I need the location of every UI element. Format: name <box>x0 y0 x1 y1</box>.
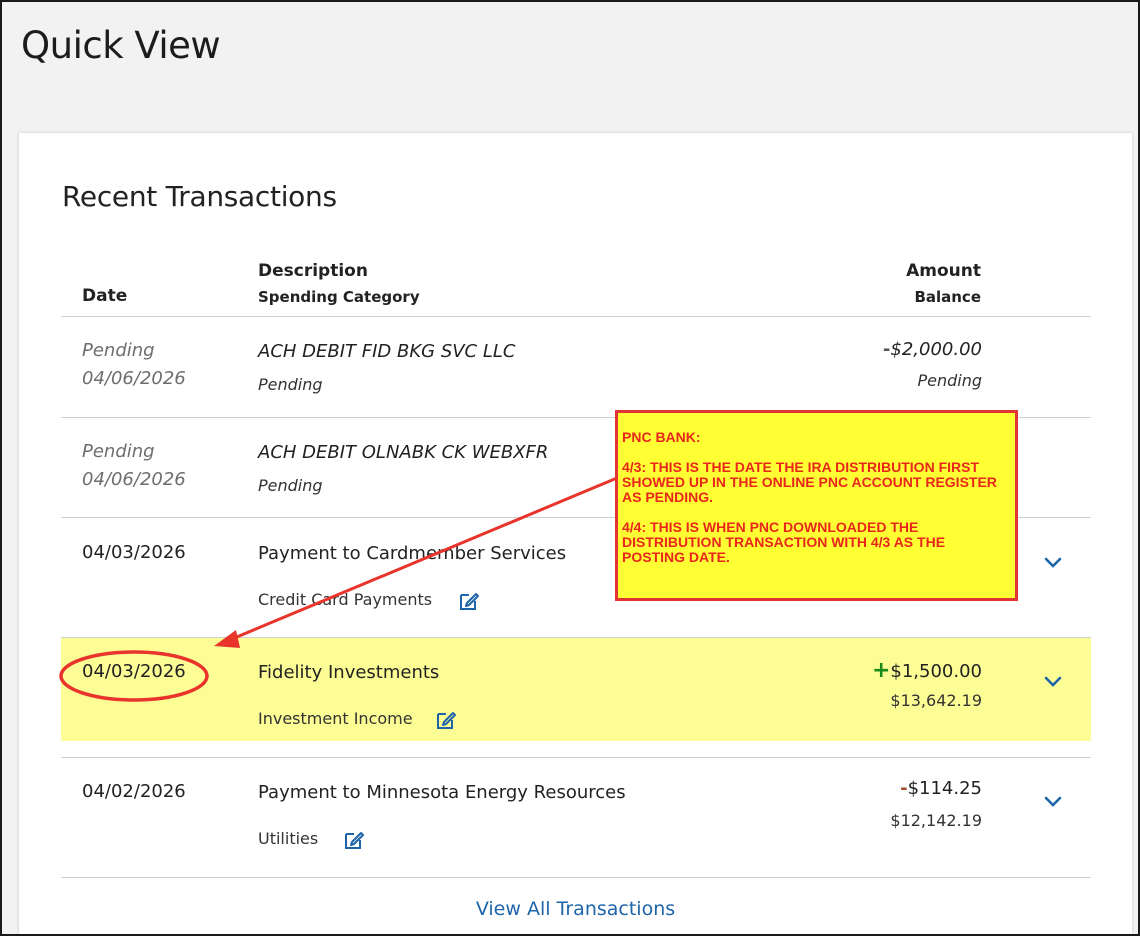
column-header-description: Description <box>258 261 368 281</box>
row-balance: Pending <box>917 371 982 390</box>
row-date: 04/02/2026 <box>82 781 186 802</box>
row-date-status: Pending <box>82 340 155 361</box>
row-category: Pending <box>258 476 323 495</box>
row-category: Pending <box>258 375 323 394</box>
row-amount: +$1,500.00 <box>871 658 982 683</box>
view-all-transactions-link[interactable]: View All Transactions <box>19 898 1132 920</box>
annotation-para-1: 4/3: THIS IS THE DATE THE IRA DISTRIBUTI… <box>622 459 997 505</box>
page-title: Quick View <box>21 24 221 67</box>
row-description: ACH DEBIT FID BKG SVC LLC <box>258 341 516 362</box>
card-title: Recent Transactions <box>62 180 337 213</box>
divider <box>61 877 1091 878</box>
edit-icon[interactable] <box>435 709 457 731</box>
chevron-down-icon[interactable] <box>1043 676 1063 688</box>
row-description: Fidelity Investments <box>258 662 440 683</box>
annotation-heading: PNC BANK: <box>622 429 701 445</box>
row-description: Payment to Minnesota Energy Resources <box>258 782 626 803</box>
row-category: Utilities <box>258 829 319 848</box>
table-row[interactable]: 04/02/2026 Payment to Minnesota Energy R… <box>61 758 1091 877</box>
edit-icon[interactable] <box>458 590 480 612</box>
column-header-date: Date <box>82 286 128 306</box>
row-date: 04/06/2026 <box>82 368 186 389</box>
row-date: 04/03/2026 <box>82 661 186 682</box>
row-amount: -$114.25 <box>900 778 982 799</box>
annotation-callout: PNC BANK: 4/3: THIS IS THE DATE THE IRA … <box>615 410 1018 601</box>
row-description: Payment to Cardmember Services <box>258 543 567 564</box>
table-row-highlighted[interactable]: 04/03/2026 Fidelity Investments Investme… <box>61 638 1091 741</box>
row-category: Credit Card Payments <box>258 590 433 609</box>
row-description: ACH DEBIT OLNABK CK WEBXFR <box>258 442 549 463</box>
row-date-status: Pending <box>82 441 155 462</box>
row-balance: $12,142.19 <box>890 811 982 830</box>
row-date: 04/06/2026 <box>82 469 186 490</box>
chevron-down-icon[interactable] <box>1043 557 1063 569</box>
row-balance: $13,642.19 <box>890 691 982 710</box>
column-header-balance: Balance <box>914 288 981 306</box>
table-row[interactable]: Pending 04/06/2026 ACH DEBIT FID BKG SVC… <box>61 317 1091 417</box>
annotation-para-2: 4/4: THIS IS WHEN PNC DOWNLOADED THE DIS… <box>622 519 946 565</box>
chevron-down-icon[interactable] <box>1043 796 1063 808</box>
row-date: 04/03/2026 <box>82 542 186 563</box>
edit-icon[interactable] <box>343 829 365 851</box>
column-header-amount: Amount <box>906 261 981 281</box>
column-header-category: Spending Category <box>258 288 420 306</box>
row-amount: -$2,000.00 <box>882 339 982 360</box>
row-category: Investment Income <box>258 709 413 728</box>
